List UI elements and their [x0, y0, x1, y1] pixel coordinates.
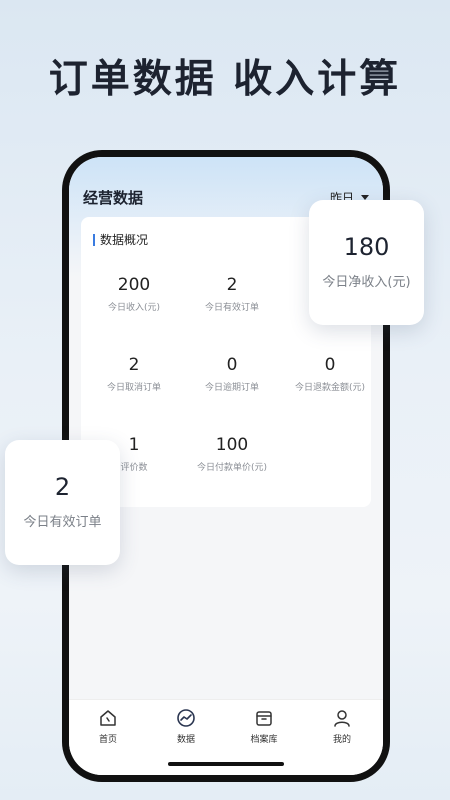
- home-indicator: [168, 762, 284, 766]
- stat-value: 2: [226, 275, 238, 295]
- stat-cancelled-orders: 2 今日取消订单: [85, 355, 183, 393]
- callout-label: 今日有效订单: [23, 515, 102, 530]
- nav-item-data[interactable]: 数据: [161, 708, 211, 745]
- net-income-callout: 180 今日净收入(元): [309, 200, 424, 325]
- stat-overdue-orders: 0 今日逾期订单: [183, 355, 281, 393]
- stat-value: 100: [215, 435, 249, 455]
- nav-label: 我的: [332, 735, 351, 745]
- nav-label: 数据: [176, 735, 195, 745]
- stat-unit-price: 100 今日付款单价(元): [183, 435, 281, 473]
- stat-label: 今日退款金额(元): [294, 383, 366, 393]
- page-title: 经营数据: [83, 189, 144, 207]
- nav-item-profile[interactable]: 我的: [317, 708, 367, 745]
- nav-label: 首页: [98, 735, 117, 745]
- stat-refund-amount: 0 今日退款金额(元): [281, 355, 379, 393]
- stat-label: 今日逾期订单: [204, 383, 259, 393]
- stat-valid-orders: 2 今日有效订单: [183, 275, 281, 313]
- home-icon: [100, 710, 116, 726]
- stat-label: 今日取消订单: [106, 383, 161, 393]
- callout-value: 2: [54, 473, 71, 501]
- user-icon: [334, 710, 350, 727]
- stat-value: 0: [324, 355, 336, 375]
- archive-icon: [256, 711, 272, 726]
- chart-icon: [177, 709, 195, 727]
- stat-value: 200: [117, 275, 151, 295]
- nav-item-home[interactable]: 首页: [83, 708, 133, 745]
- stat-label: 今日付款单价(元): [196, 463, 268, 473]
- overview-title: 数据概况: [93, 234, 148, 246]
- stat-label: 今日收入(元): [107, 303, 161, 313]
- callout-label: 今日净收入(元): [322, 275, 411, 290]
- stat-label: 今日有效订单: [204, 303, 259, 313]
- stat-value: 0: [226, 355, 238, 375]
- promo-headline: 订单数据 收入计算: [48, 57, 402, 102]
- bottom-nav: 首页 数据 档案库 我的: [69, 699, 383, 775]
- valid-orders-callout: 2 今日有效订单: [5, 440, 120, 565]
- nav-label: 档案库: [250, 735, 278, 745]
- nav-item-archive[interactable]: 档案库: [239, 708, 289, 745]
- stat-today-income: 200 今日收入(元): [85, 275, 183, 313]
- stat-value: 2: [128, 355, 140, 375]
- callout-value: 180: [343, 233, 390, 261]
